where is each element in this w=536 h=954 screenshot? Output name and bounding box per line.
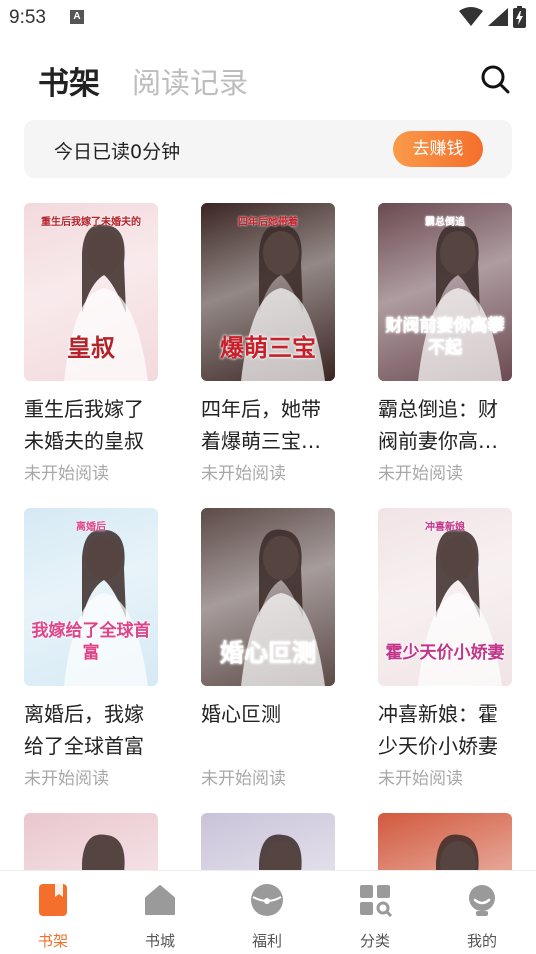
status-time: 9:53 [9, 7, 46, 28]
header: 书架 阅读记录 [0, 52, 536, 108]
book-cover[interactable]: 霍少天价小娇妻 冲喜新娘 [378, 508, 512, 686]
cover-title-text: 财阀前妻你高攀不起 [385, 316, 505, 358]
nav-label-profile: 我的 [466, 932, 497, 950]
book-title: 霸总倒追：财阀前妻你高… [378, 397, 498, 453]
cover-subtitle-text: 冲喜新娘 [425, 522, 465, 533]
notification-icon: A [70, 10, 84, 24]
cover-subtitle-text: 离婚后 [76, 522, 106, 533]
cover-subtitle-text: 四年后她带着 [238, 217, 298, 228]
book-title: 四年后，她带着爆萌三宝… [201, 397, 321, 453]
search-icon[interactable] [480, 64, 510, 94]
cover-title-text: 霍少天价小娇妻 [385, 643, 505, 663]
book-item[interactable]: 财阀前妻你高攀不起 霸总倒追霸总倒追：财阀前妻你高… 未开始阅读 [378, 203, 512, 484]
wifi-icon [459, 7, 483, 26]
book-item[interactable]: 皇叔 重生后我嫁了未婚夫的重生后我嫁了未婚夫的皇叔未开始阅读 [24, 203, 158, 484]
book-item[interactable]: 我嫁给了全球首富 离婚后离婚后，我嫁给了全球首富未开始阅读 [24, 508, 158, 789]
cover-title-text: 爆萌三宝 [220, 333, 316, 362]
tab-reading-history[interactable]: 阅读记录 [132, 60, 248, 102]
cover-title-text: 皇叔 [67, 333, 115, 362]
reading-time-text: 今日已读0分钟 [54, 141, 181, 163]
reading-status: 未开始阅读 [201, 769, 286, 789]
profile-icon [469, 885, 495, 916]
home-icon [145, 885, 175, 915]
category-icon [360, 885, 393, 918]
book-title: 离婚后，我嫁给了全球首富 [24, 702, 144, 758]
reading-status: 未开始阅读 [201, 464, 286, 484]
nav-label-bookstore: 书城 [144, 932, 175, 950]
reading-status: 未开始阅读 [378, 769, 463, 789]
book-cover[interactable]: 财阀前妻你高攀不起 霸总倒追 [378, 203, 512, 381]
cover-subtitle-text: 霸总倒追 [425, 217, 465, 228]
book-title: 婚心叵测 [201, 702, 281, 726]
status-bar: 9:53 A [0, 0, 536, 36]
reading-status: 未开始阅读 [24, 769, 109, 789]
book-item[interactable]: 爆萌三宝 四年后她带着四年后，她带着爆萌三宝… 未开始阅读 [201, 203, 335, 484]
cover-title-text: 我嫁给了全球首富 [31, 621, 151, 663]
nav-label-category: 分类 [359, 932, 390, 950]
earn-money-button[interactable]: 去赚钱 [393, 131, 483, 167]
battery-icon [513, 6, 526, 28]
bottom-nav: 书架 书城 福利 分类 我的 [0, 870, 536, 954]
nav-bookstore[interactable]: 书城 [125, 883, 195, 951]
bookshelf-icon [39, 884, 67, 916]
tab-bookshelf[interactable]: 书架 [38, 58, 100, 103]
nav-profile[interactable]: 我的 [447, 883, 517, 951]
nav-label-welfare: 福利 [251, 932, 282, 950]
nav-welfare[interactable]: 福利 [232, 883, 302, 951]
reading-status: 未开始阅读 [24, 464, 109, 484]
reading-time-banner: 今日已读0分钟 去赚钱 [24, 120, 512, 178]
nav-label-bookshelf: 书架 [37, 932, 68, 950]
book-cover[interactable]: 婚心叵测 [201, 508, 335, 686]
cover-title-text: 婚心叵测 [220, 638, 316, 667]
book-cover[interactable]: 我嫁给了全球首富 离婚后 [24, 508, 158, 686]
status-indicators [459, 6, 526, 28]
book-item[interactable]: 霍少天价小娇妻 冲喜新娘冲喜新娘：霍少天价小娇妻未开始阅读 [378, 508, 512, 789]
signal-icon [488, 8, 508, 26]
cover-subtitle-text: 重生后我嫁了未婚夫的 [41, 217, 141, 228]
book-cover[interactable]: 爆萌三宝 四年后她带着 [201, 203, 335, 381]
book-title: 冲喜新娘：霍少天价小娇妻 [378, 702, 498, 758]
book-cover[interactable]: 皇叔 重生后我嫁了未婚夫的 [24, 203, 158, 381]
nav-bookshelf[interactable]: 书架 [18, 883, 88, 951]
reading-status: 未开始阅读 [378, 464, 463, 484]
nav-category[interactable]: 分类 [340, 883, 410, 951]
book-item[interactable]: 婚心叵测 婚心叵测 未开始阅读 [201, 508, 335, 789]
gift-icon [251, 884, 283, 916]
book-title: 重生后我嫁了未婚夫的皇叔 [24, 397, 144, 453]
